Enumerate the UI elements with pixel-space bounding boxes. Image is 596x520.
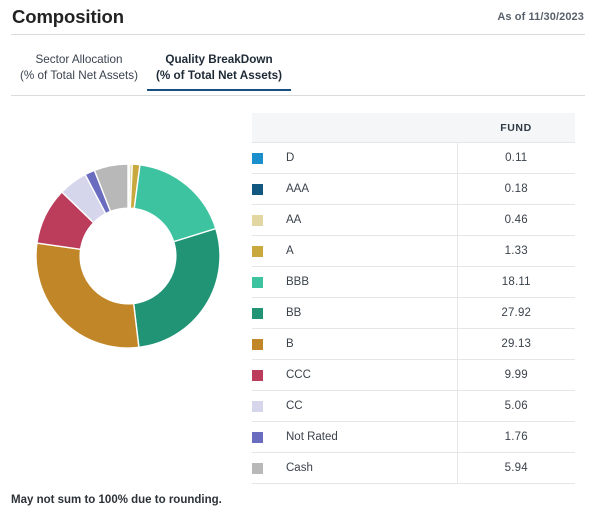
- legend-swatch-icon: [252, 462, 263, 474]
- legend-swatch-icon: [252, 369, 263, 381]
- cell-fund-value: 1.76: [456, 421, 575, 453]
- table-row: AA 0.46: [252, 204, 575, 236]
- quality-breakdown-table: FUND D 0.11 AAA 0.18 AA 0.46 A 1.33 BBB 18.11 BB 27…: [252, 113, 575, 484]
- category-label: B: [286, 338, 294, 350]
- tab-label-line2: (% of Total Net Assets): [156, 69, 282, 82]
- as-of-date: As of 11/30/2023: [497, 11, 584, 23]
- legend-swatch-icon: [252, 276, 263, 288]
- table-header: FUND: [252, 113, 575, 143]
- legend-swatch-icon: [252, 214, 263, 226]
- donut-svg: [35, 163, 221, 349]
- category-label: BB: [286, 307, 302, 319]
- table-row: CCC 9.99: [252, 359, 575, 391]
- cell-fund-value: 0.18: [456, 173, 575, 205]
- cell-category: BB: [252, 297, 457, 329]
- cell-category: AAA: [252, 173, 457, 205]
- cell-category: CCC: [252, 359, 457, 391]
- legend-swatch-icon: [252, 400, 263, 412]
- table-row: Cash 5.94: [252, 452, 575, 484]
- table-row: D 0.11: [252, 142, 575, 174]
- page-title: Composition: [12, 6, 124, 27]
- category-label: BBB: [286, 276, 310, 288]
- cell-category: Cash: [252, 452, 457, 484]
- tab-quality-breakdown[interactable]: Quality BreakDown (% of Total Net Assets): [147, 52, 291, 91]
- tab-sector-allocation[interactable]: Sector Allocation (% of Total Net Assets): [11, 52, 147, 91]
- category-label: CC: [286, 400, 303, 412]
- tab-label-line1: Sector Allocation: [35, 53, 123, 66]
- cell-category: B: [252, 328, 457, 360]
- table-row: Not Rated 1.76: [252, 421, 575, 453]
- cell-category: BBB: [252, 266, 457, 298]
- column-header-fund: FUND: [457, 113, 575, 143]
- cell-fund-value: 5.06: [456, 390, 575, 422]
- cell-category: A: [252, 235, 457, 267]
- page-header: Composition As of 11/30/2023: [0, 0, 596, 34]
- cell-fund-value: 18.11: [456, 266, 575, 298]
- column-header-label: [252, 113, 457, 143]
- composition-tabs: Sector Allocation (% of Total Net Assets)…: [11, 52, 291, 91]
- category-label: A: [286, 245, 294, 257]
- donut-slice: [133, 163, 217, 243]
- cell-category: CC: [252, 390, 457, 422]
- quality-breakdown-donut-chart: [14, 142, 242, 370]
- header-divider: [11, 34, 585, 35]
- category-label: CCC: [286, 369, 311, 381]
- donut-slice: [35, 242, 140, 349]
- category-label: AAA: [286, 183, 310, 195]
- cell-category: Not Rated: [252, 421, 457, 453]
- tabs-divider: [11, 95, 585, 96]
- donut-slice: [132, 227, 221, 349]
- cell-category: D: [252, 142, 457, 174]
- cell-fund-value: 5.94: [456, 452, 575, 484]
- table-header-row: FUND: [252, 113, 575, 143]
- category-label: Cash: [286, 462, 313, 474]
- category-label: D: [286, 152, 295, 164]
- cell-fund-value: 1.33: [456, 235, 575, 267]
- table-row: CC 5.06: [252, 390, 575, 422]
- cell-fund-value: 0.46: [456, 204, 575, 236]
- cell-category: AA: [252, 204, 457, 236]
- legend-swatch-icon: [252, 307, 263, 319]
- table-row: B 29.13: [252, 328, 575, 360]
- tab-label-line2: (% of Total Net Assets): [20, 69, 139, 82]
- cell-fund-value: 27.92: [456, 297, 575, 329]
- table-row: AAA 0.18: [252, 173, 575, 205]
- legend-swatch-icon: [252, 338, 263, 350]
- legend-swatch-icon: [252, 183, 263, 195]
- legend-swatch-icon: [252, 245, 263, 257]
- table-body: D 0.11 AAA 0.18 AA 0.46 A 1.33 BBB 18.11 BB 27.92 B 2…: [252, 142, 575, 484]
- table-row: BBB 18.11: [252, 266, 575, 298]
- category-label: Not Rated: [286, 431, 338, 443]
- cell-fund-value: 29.13: [456, 328, 575, 360]
- legend-swatch-icon: [252, 431, 263, 443]
- legend-swatch-icon: [252, 152, 263, 164]
- table-row: BB 27.92: [252, 297, 575, 329]
- category-label: AA: [286, 214, 302, 226]
- cell-fund-value: 0.11: [456, 142, 575, 174]
- tab-label-line1: Quality BreakDown: [165, 53, 273, 66]
- table-row: A 1.33: [252, 235, 575, 267]
- rounding-footnote: May not sum to 100% due to rounding.: [11, 494, 222, 506]
- cell-fund-value: 9.99: [456, 359, 575, 391]
